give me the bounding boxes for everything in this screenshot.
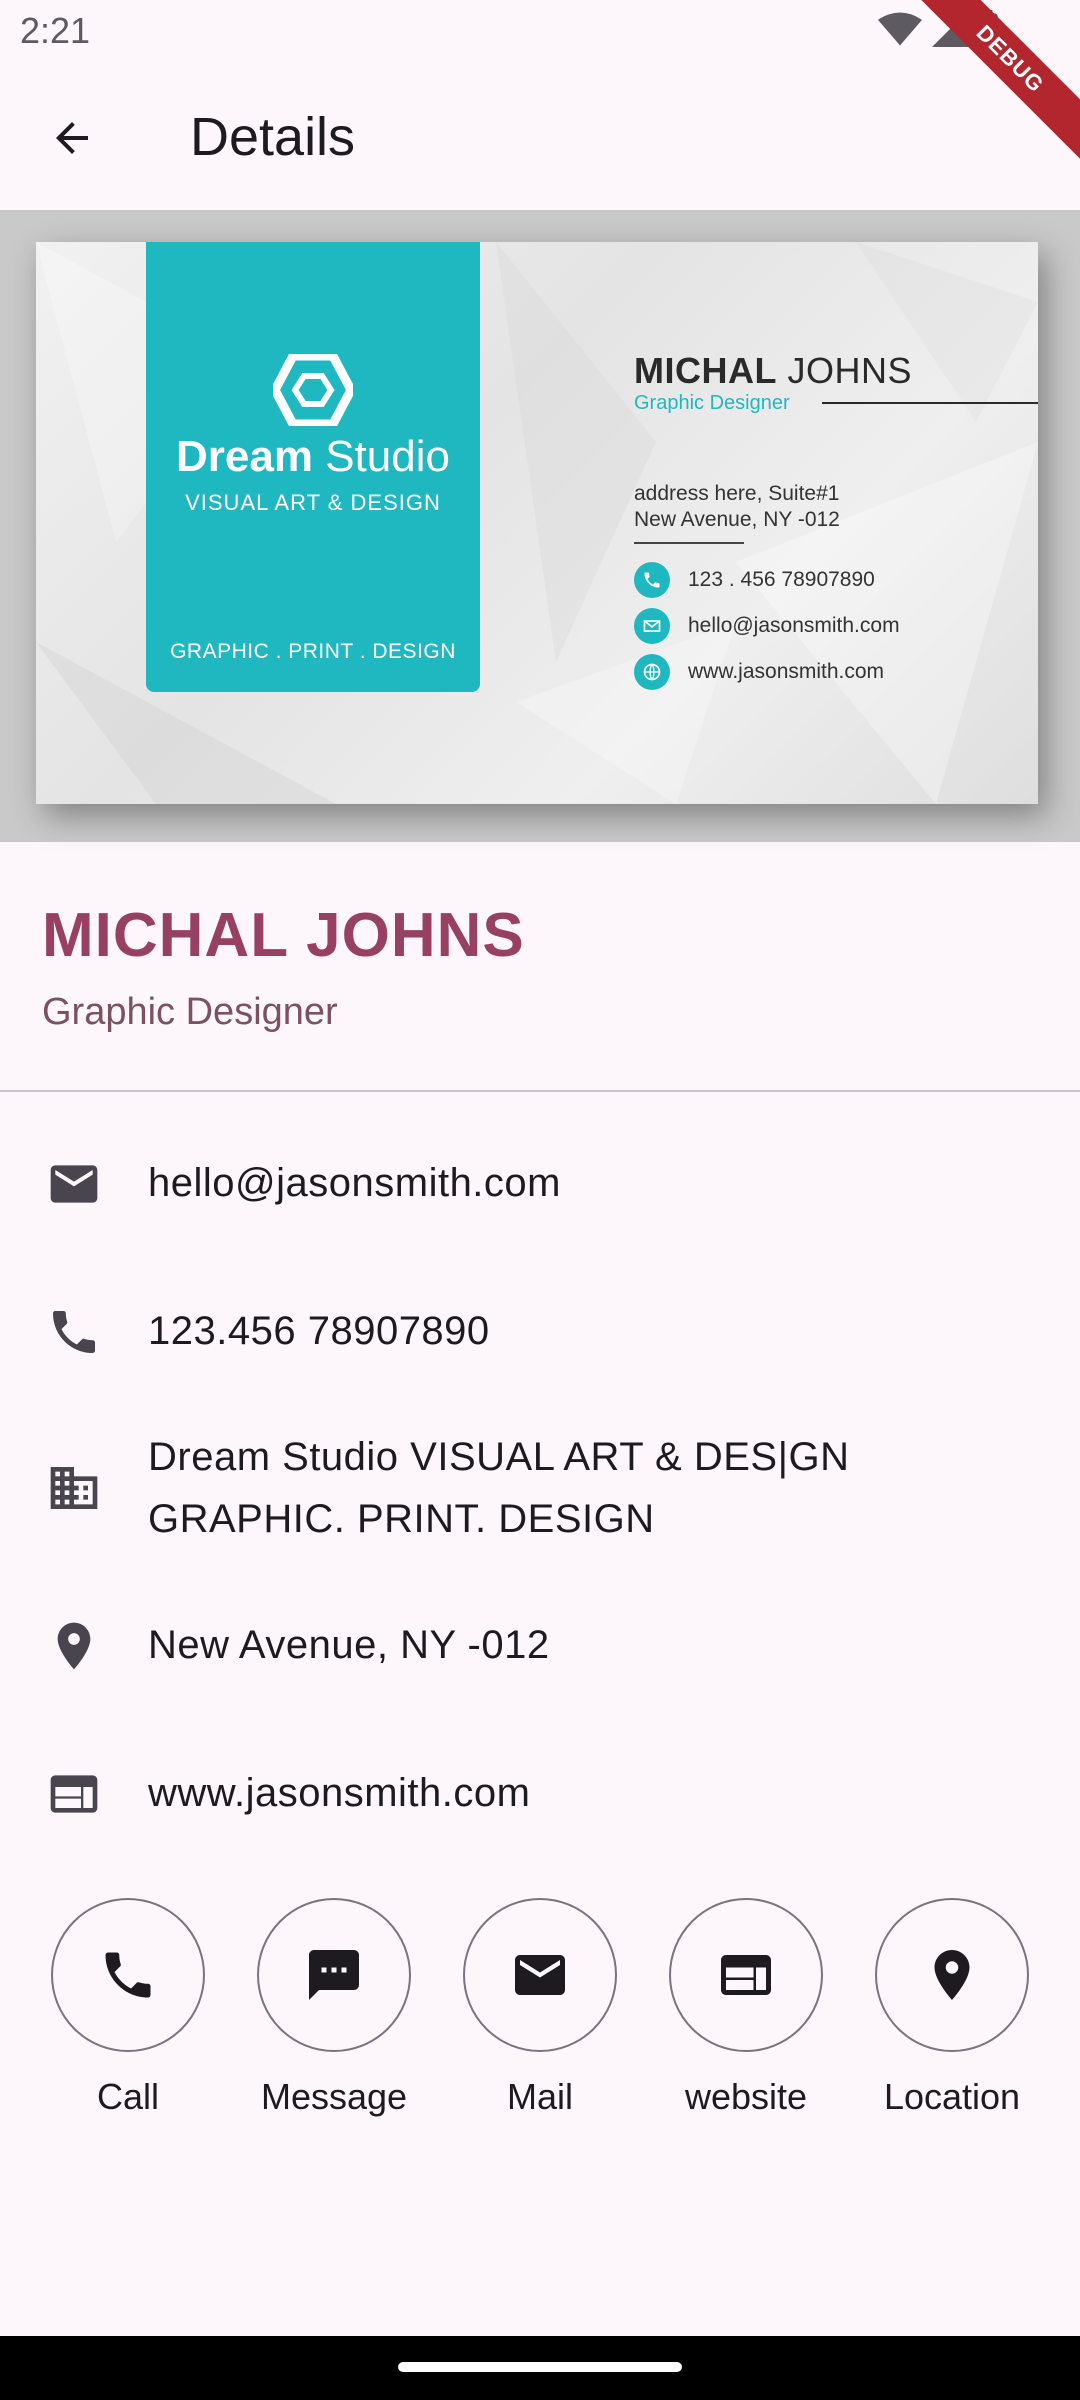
person-role: Graphic Designer	[42, 991, 338, 1033]
detail-address-row[interactable]: New Avenue, NY -012	[0, 1614, 1080, 1678]
card-brand-name: Dream Studio	[176, 432, 450, 481]
detail-company-text: Dream Studio VISUAL ART & DES|GN GRAPHIC…	[148, 1426, 849, 1550]
mail-button[interactable]	[463, 1898, 617, 2052]
card-brand-subtitle: VISUAL ART & DESIGN	[185, 490, 441, 515]
home-gesture-handle[interactable]	[398, 2362, 682, 2372]
location-action[interactable]: Location	[862, 1898, 1042, 2118]
arrow-back-icon	[56, 122, 88, 154]
person-header: MICHAL JOHNS Graphic Designer	[42, 900, 525, 1034]
message-button[interactable]	[257, 1898, 411, 2052]
email-icon	[42, 1152, 106, 1216]
phone-icon	[105, 1952, 151, 1998]
detail-phone-row[interactable]: 123.456 78907890	[0, 1300, 1080, 1364]
action-bar: Call Message Mail website Location	[0, 1898, 1080, 2138]
location-pin-icon	[42, 1614, 106, 1678]
location-button[interactable]	[875, 1898, 1029, 2052]
mail-label: Mail	[506, 2076, 573, 2117]
card-globe-icon	[634, 654, 670, 690]
card-email-line: hello@jasonsmith.com	[634, 608, 900, 644]
business-icon	[42, 1456, 106, 1520]
chat-bubble-icon	[309, 1950, 359, 2000]
website-label: website	[684, 2076, 808, 2117]
email-icon	[515, 1955, 565, 1995]
message-label: Message	[260, 2076, 408, 2117]
page-title: Details	[190, 107, 356, 167]
detail-phone-text: 123.456 78907890	[148, 1309, 490, 1353]
detail-email-row[interactable]: hello@jasonsmith.com	[0, 1152, 1080, 1216]
mail-action[interactable]: Mail	[450, 1898, 630, 2118]
location-pin-icon	[934, 1950, 970, 2000]
call-label: Call	[96, 2076, 159, 2117]
back-button[interactable]	[36, 102, 108, 174]
detail-company-line2: GRAPHIC. PRINT. DESIGN	[148, 1497, 655, 1541]
web-icon	[42, 1762, 106, 1826]
app-bar: Details	[0, 64, 1080, 208]
card-phone-text: 123 . 456 78907890	[688, 568, 875, 591]
card-phone-icon	[634, 562, 670, 598]
card-website-text: www.jasonsmith.com	[688, 660, 885, 683]
web-icon	[721, 1955, 771, 1995]
detail-company-row[interactable]: Dream Studio VISUAL ART & DES|GN GRAPHIC…	[0, 1426, 1080, 1550]
card-address-line2: New Avenue, NY -012	[634, 508, 840, 531]
phone-icon	[42, 1300, 106, 1364]
business-card: Dream Studio VISUAL ART & DESIGN GRAPHIC…	[36, 242, 1038, 804]
call-action[interactable]: Call	[38, 1898, 218, 2118]
website-action[interactable]: website	[656, 1898, 836, 2118]
card-email-icon	[634, 608, 670, 644]
hexagon-logo-icon	[273, 354, 353, 426]
card-address-divider	[634, 542, 744, 544]
card-person-role: Graphic Designer	[634, 392, 790, 414]
detail-company-line1: Dream Studio VISUAL ART & DES|GN	[148, 1435, 850, 1479]
card-divider	[822, 402, 1038, 404]
detail-website-row[interactable]: www.jasonsmith.com	[0, 1762, 1080, 1826]
call-button[interactable]	[51, 1898, 205, 2052]
card-address-line1: address here, Suite#1	[634, 482, 840, 505]
status-time: 2:21	[20, 10, 91, 51]
detail-email-text: hello@jasonsmith.com	[148, 1161, 561, 1205]
location-label: Location	[883, 2076, 1021, 2117]
detail-address-text: New Avenue, NY -012	[148, 1623, 550, 1667]
system-navigation-bar	[0, 2336, 1080, 2400]
detail-website-text: www.jasonsmith.com	[148, 1771, 531, 1815]
card-brand-footer: GRAPHIC . PRINT . DESIGN	[170, 640, 456, 663]
website-button[interactable]	[669, 1898, 823, 2052]
message-action[interactable]: Message	[244, 1898, 424, 2118]
person-name: MICHAL JOHNS	[42, 901, 525, 970]
card-brand-panel: Dream Studio VISUAL ART & DESIGN GRAPHIC…	[146, 242, 480, 692]
business-card-image: Dream Studio VISUAL ART & DESIGN GRAPHIC…	[0, 210, 1080, 842]
card-website-line: www.jasonsmith.com	[634, 654, 884, 690]
section-divider	[0, 1090, 1080, 1092]
card-phone-line: 123 . 456 78907890	[634, 562, 875, 598]
card-person-name: MICHAL JOHNS	[634, 350, 912, 391]
card-email-text: hello@jasonsmith.com	[688, 614, 900, 637]
